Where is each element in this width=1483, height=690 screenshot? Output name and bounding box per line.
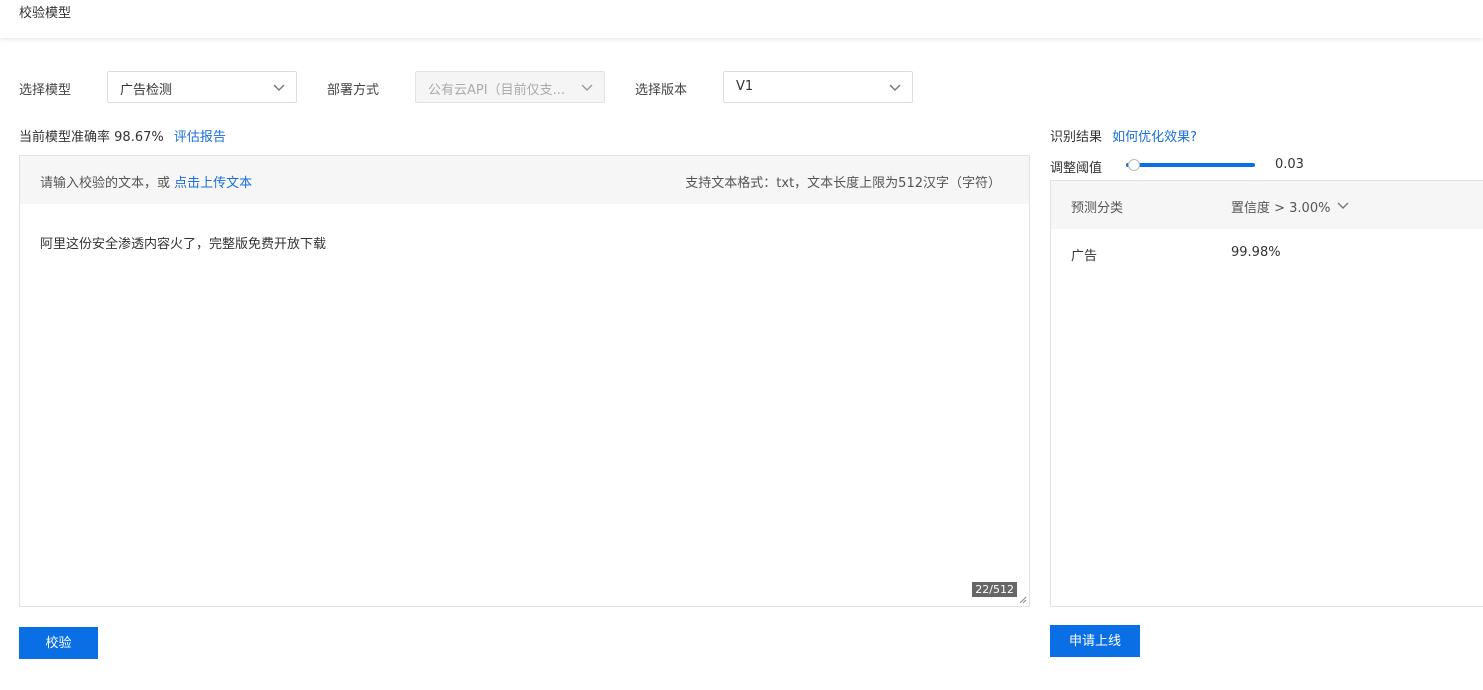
top-bar: 校验模型 (0, 0, 1483, 38)
editor-content[interactable]: 阿里这份安全渗透内容火了，完整版免费开放下载 (40, 233, 326, 252)
result-title: 识别结果 (1050, 130, 1103, 145)
model-select[interactable]: 广告检测 (107, 71, 297, 103)
col-category: 预测分类 (1071, 201, 1124, 216)
threshold-label: 调整阈值 (1050, 161, 1103, 176)
row-confidence: 99.98% (1231, 245, 1281, 260)
row-category: 广告 (1071, 249, 1098, 264)
chevron-down-icon[interactable] (1336, 198, 1350, 212)
upload-text-link[interactable]: 点击上传文本 (174, 176, 252, 191)
version-label: 选择版本 (635, 83, 688, 98)
page-title: 校验模型 (19, 6, 72, 21)
chevron-down-icon (889, 84, 901, 91)
editor-header: 请输入校验的文本，或 点击上传文本 支持文本格式：txt，文本长度上限为512汉… (20, 156, 1029, 204)
editor-hint: 请输入校验的文本，或 点击上传文本 (40, 172, 252, 191)
result-table-header: 预测分类 置信度 > 3.00% (1051, 181, 1483, 229)
threshold-slider-track[interactable] (1126, 163, 1255, 167)
result-header: 识别结果 如何优化效果? (1050, 126, 1197, 145)
chevron-down-icon (581, 84, 593, 91)
report-link[interactable]: 评估报告 (174, 130, 226, 145)
result-table: 预测分类 置信度 > 3.00% 广告 99.98% (1050, 180, 1483, 607)
threshold-value: 0.03 (1275, 157, 1304, 172)
format-hint: 支持文本格式：txt，文本长度上限为512汉字（字符） (685, 176, 1001, 191)
char-counter: 22/512 (972, 582, 1017, 597)
editor-hint-text: 请输入校验的文本，或 (40, 176, 171, 191)
optimize-link[interactable]: 如何优化效果? (1112, 130, 1197, 145)
accuracy-line: 当前模型准确率 98.67% 评估报告 (19, 126, 226, 145)
deploy-label: 部署方式 (327, 83, 380, 98)
model-label: 选择模型 (19, 83, 72, 98)
deploy-select-value: 公有云API（目前仅支... (428, 83, 565, 98)
accuracy-value: 98.67% (114, 130, 164, 145)
chevron-down-icon (273, 84, 285, 91)
text-editor[interactable]: 请输入校验的文本，或 点击上传文本 支持文本格式：txt，文本长度上限为512汉… (19, 155, 1030, 607)
model-select-value: 广告检测 (120, 83, 173, 98)
verify-button[interactable]: 校验 (19, 627, 98, 659)
accuracy-label: 当前模型准确率 (19, 130, 111, 145)
threshold-slider-thumb[interactable] (1128, 159, 1140, 171)
resize-handle-icon[interactable] (1019, 596, 1027, 604)
version-select[interactable]: V1 (723, 71, 913, 103)
col-confidence[interactable]: 置信度 > 3.00% (1231, 197, 1330, 216)
deploy-select: 公有云API（目前仅支... (415, 71, 605, 103)
version-select-value: V1 (736, 79, 754, 94)
apply-online-button[interactable]: 申请上线 (1050, 625, 1140, 657)
